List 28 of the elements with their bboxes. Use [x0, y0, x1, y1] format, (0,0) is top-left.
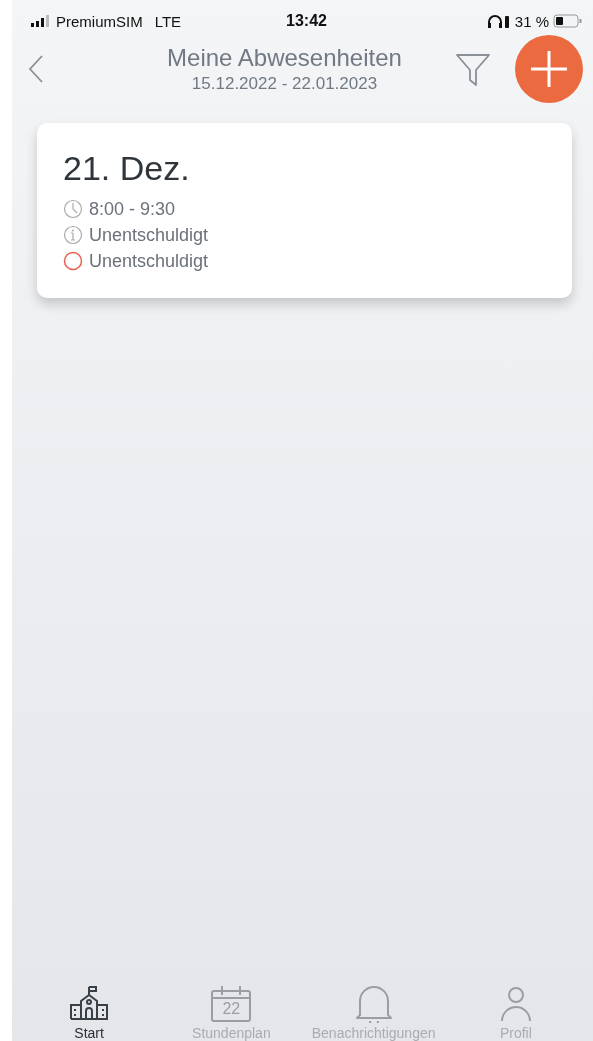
absence-status: Unentschuldigt — [89, 250, 209, 272]
calendar-day: 22 — [211, 1000, 252, 1018]
screen-title: Meine Abwesenheiten — [167, 44, 402, 72]
back-icon — [28, 54, 44, 84]
clock-time: 13:42 — [286, 12, 327, 30]
tab-item[interactable]: Benachrichtigungen — [308, 985, 439, 1041]
clock-icon — [63, 199, 83, 219]
headphones-icon — [486, 14, 511, 28]
carrier-name: PremiumSIM — [56, 12, 143, 30]
tab-item[interactable]: Start — [24, 985, 155, 1041]
battery-percent: 31 % — [514, 12, 549, 30]
signal-icon — [30, 15, 50, 27]
battery-icon — [553, 14, 583, 28]
date-range: 15.12.2022 - 22.01.2023 — [191, 74, 378, 94]
back-button[interactable] — [28, 54, 44, 84]
absence-time: 8:00 - 9:30 — [89, 198, 176, 220]
tab-item[interactable]: Profil — [450, 985, 581, 1041]
school-icon — [69, 985, 110, 1023]
plus-icon — [530, 50, 568, 88]
calendar-icon — [211, 985, 252, 1023]
absence-date: 21. Dez. — [63, 149, 191, 188]
filter-button[interactable] — [455, 51, 491, 87]
bell-icon — [353, 985, 394, 1023]
info-icon — [63, 225, 83, 245]
absence-reason: Unentschuldigt — [89, 224, 209, 246]
filter-icon — [455, 51, 491, 87]
tab-item[interactable]: 22 Stundenplan — [166, 985, 297, 1041]
network-type: LTE — [154, 12, 182, 30]
